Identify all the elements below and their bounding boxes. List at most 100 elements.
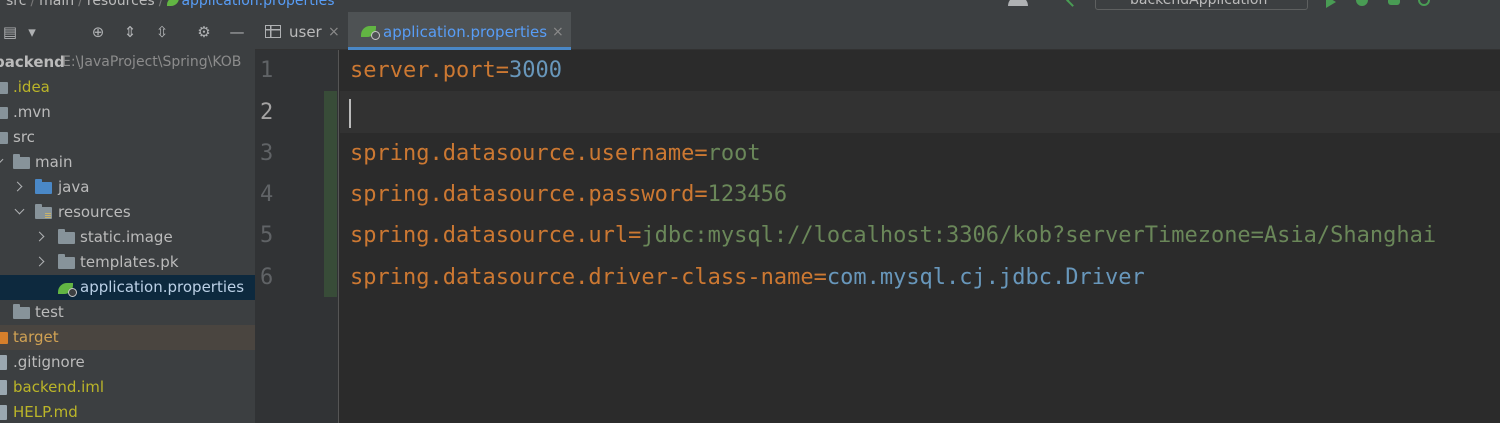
tree-item-target[interactable]: target — [0, 325, 255, 350]
tree-item-src[interactable]: src — [0, 125, 255, 150]
tree-item-mvn[interactable]: .mvn — [0, 100, 255, 125]
code-line[interactable]: spring.datasource.username=root — [350, 133, 761, 174]
file-icon — [0, 355, 7, 370]
tree-item-help-md[interactable]: HELP.md — [0, 400, 255, 423]
spring-properties-icon — [58, 283, 77, 297]
tree-item-path: E:\JavaProject\Spring\KOB — [62, 54, 242, 70]
expand-all-icon[interactable]: ⇕ — [120, 22, 140, 42]
property-value: com.mysql.cj.jdbc.Driver — [826, 265, 1145, 290]
current-line-highlight — [340, 91, 1500, 133]
property-key: spring.datasource.driver-class-name — [350, 265, 814, 290]
chevron-right-icon[interactable] — [34, 256, 45, 267]
tree-item-label: .mvn — [13, 103, 51, 121]
code-line[interactable]: spring.datasource.password=123456 — [350, 174, 787, 215]
markdown-file-icon — [0, 405, 7, 420]
text-caret — [349, 99, 351, 128]
tree-item-resources[interactable]: resources — [0, 200, 255, 225]
run-configuration-select[interactable]: backendApplication — [1095, 0, 1308, 10]
tree-item-backend-iml[interactable]: backend.iml — [0, 375, 255, 400]
tree-item-test[interactable]: test — [0, 300, 255, 325]
back-arrow-icon[interactable] — [1066, 0, 1079, 7]
line-number: 3 — [260, 141, 274, 166]
run-configuration-label: backendApplication — [1130, 0, 1268, 8]
tree-item-java[interactable]: java — [0, 175, 255, 200]
folder-icon — [0, 107, 8, 119]
breadcrumb-item-current[interactable]: application.properties — [181, 0, 334, 9]
code-line[interactable]: spring.datasource.url=jdbc:mysql://local… — [350, 215, 1436, 256]
tree-item-label: target — [13, 328, 59, 346]
tree-item-idea[interactable]: .idea — [0, 75, 255, 100]
property-equals: = — [694, 182, 708, 207]
collapse-all-icon[interactable]: ⇳ — [152, 22, 172, 42]
tree-item-label: .gitignore — [13, 353, 85, 371]
folder-icon — [58, 229, 75, 244]
project-view-icon[interactable]: ▤ — [0, 22, 20, 42]
project-toolbar: ▤ ▾ ⊕ ⇕ ⇳ ⚙ — — [0, 12, 255, 50]
tree-item-root[interactable]: backend E:\JavaProject\Spring\KOB — [0, 50, 255, 75]
tab-user[interactable]: user × — [255, 12, 347, 50]
tree-item-label: main — [35, 153, 73, 171]
editor-tabs: user × application.properties × — [255, 12, 1500, 50]
close-icon[interactable]: × — [328, 12, 340, 52]
tree-item-main[interactable]: main — [0, 150, 255, 175]
navigation-bar: src / main / resources / application.propertie… — [0, 0, 1500, 12]
tree-item-application-properties[interactable]: application.properties — [0, 275, 255, 300]
tree-item-label: java — [58, 178, 90, 196]
code-line[interactable]: spring.datasource.driver-class-name=com.… — [350, 257, 1145, 298]
folder-icon — [13, 304, 30, 319]
tree-item-label: src — [13, 128, 35, 146]
line-number-current: 2 — [260, 100, 274, 125]
breadcrumb-item[interactable]: resources — [87, 0, 155, 9]
tree-item-label: test — [35, 303, 64, 321]
excluded-folder-icon — [0, 332, 8, 344]
folder-icon — [58, 254, 75, 269]
profile-icon[interactable] — [1418, 0, 1430, 6]
breadcrumb-item[interactable]: src — [6, 0, 26, 9]
chevron-right-icon[interactable] — [12, 181, 23, 192]
property-equals: = — [813, 265, 827, 290]
code-line[interactable]: server.port=3000 — [350, 50, 562, 91]
chevron-down-icon[interactable] — [0, 154, 4, 165]
breadcrumb-item[interactable]: main — [39, 0, 74, 9]
tree-item-label: templates.pk — [80, 253, 179, 271]
chevron-right-icon[interactable] — [34, 231, 45, 242]
folder-icon — [13, 154, 30, 169]
view-mode-dropdown-icon[interactable]: ▾ — [22, 22, 42, 42]
tab-application-properties[interactable]: application.properties × — [348, 12, 571, 50]
line-number: 4 — [260, 182, 274, 207]
line-number: 1 — [260, 58, 274, 83]
property-value: 123456 — [707, 182, 788, 207]
folder-icon — [0, 132, 8, 144]
hide-icon[interactable]: — — [227, 22, 247, 42]
gear-icon[interactable]: ⚙ — [194, 22, 214, 42]
chevron-down-icon[interactable] — [14, 204, 25, 215]
property-equals: = — [628, 223, 642, 248]
spring-properties-icon — [361, 26, 380, 40]
tree-item-label: resources — [58, 203, 131, 221]
user-icon[interactable] — [1008, 0, 1028, 6]
tree-item-label: HELP.md — [13, 403, 78, 421]
tab-label: application.properties — [383, 23, 548, 41]
property-value: jdbc:mysql://localhost:3306/kob?serverTi… — [641, 223, 1437, 248]
spring-leaf-icon — [167, 0, 180, 6]
debug-icon[interactable] — [1356, 0, 1368, 6]
vcs-change-marker[interactable] — [324, 91, 337, 297]
table-icon — [265, 25, 281, 38]
tab-label: user — [289, 23, 322, 41]
property-value: root — [707, 141, 761, 166]
locate-file-icon[interactable]: ⊕ — [88, 22, 108, 42]
resources-folder-icon — [35, 204, 52, 219]
tree-item-static-image[interactable]: static.image — [0, 225, 255, 250]
code-editor[interactable]: server.port=3000 spring.datasource.usern… — [340, 50, 1500, 423]
tree-item-gitignore[interactable]: .gitignore — [0, 350, 255, 375]
property-equals: = — [694, 141, 708, 166]
tree-item-templates-pk[interactable]: templates.pk — [0, 250, 255, 275]
coverage-icon[interactable] — [1388, 0, 1400, 5]
close-icon[interactable]: × — [552, 12, 564, 52]
property-key: spring.datasource.password — [350, 182, 695, 207]
source-folder-icon — [35, 179, 52, 194]
property-key: spring.datasource.username — [350, 141, 695, 166]
run-icon[interactable] — [1326, 0, 1340, 8]
folder-icon — [0, 82, 8, 94]
property-key: server.port — [350, 58, 496, 83]
